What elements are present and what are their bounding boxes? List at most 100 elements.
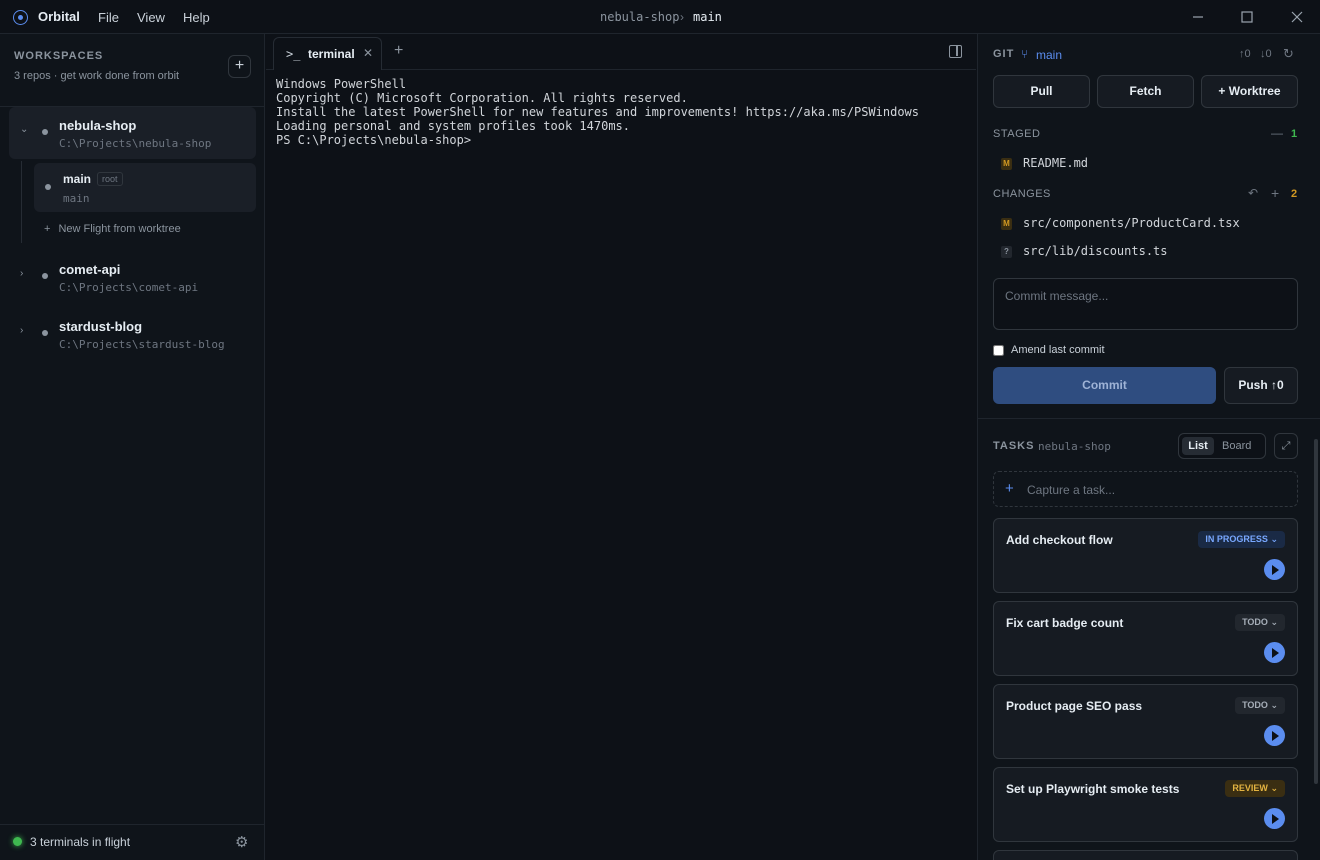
minimize-icon[interactable] xyxy=(1189,8,1207,26)
repo-path: C:\Projects\stardust-blog xyxy=(59,338,225,351)
sidebar-footer: 3 terminals in flight ⚙ xyxy=(0,824,265,860)
chevron-down-icon: ⌄ xyxy=(1270,783,1278,793)
commit-button[interactable]: Commit xyxy=(993,367,1216,404)
behind-count: ↓0 xyxy=(1260,48,1272,60)
file-name: README.md xyxy=(1023,156,1089,170)
menu-help[interactable]: Help xyxy=(183,10,210,25)
terminal-output[interactable]: Windows PowerShell Copyright (C) Microsof… xyxy=(276,77,919,147)
chevron-down-icon: ⌄ xyxy=(1270,534,1278,544)
task-status-dropdown[interactable]: TODO ⌄ xyxy=(1235,614,1285,631)
amend-label: Amend last commit xyxy=(1011,344,1105,356)
repo-item-stardust-blog[interactable]: › stardust-blog C:\Projects\stardust-blo… xyxy=(9,308,256,360)
refresh-icon[interactable]: ↻ xyxy=(1283,46,1294,62)
play-icon[interactable] xyxy=(1264,642,1285,663)
repo-item-comet-api[interactable]: › comet-api C:\Projects\comet-api xyxy=(9,251,256,303)
orbital-logo-icon xyxy=(13,10,28,25)
worktree-button[interactable]: + Worktree xyxy=(1201,75,1298,108)
task-card[interactable] xyxy=(993,850,1298,860)
view-board-button[interactable]: Board xyxy=(1222,437,1251,455)
status-label: IN PROGRESS xyxy=(1205,534,1268,544)
new-tab-plus-icon[interactable]: + xyxy=(394,42,403,60)
tasks-repo: nebula-shop xyxy=(1038,440,1111,453)
new-flight-label: New Flight from worktree xyxy=(58,223,181,235)
terminal-line: Loading personal and system profiles too… xyxy=(276,119,631,133)
terminal-line: Windows PowerShell xyxy=(276,77,407,91)
maximize-icon[interactable] xyxy=(1238,8,1256,26)
chevron-right-icon[interactable]: › xyxy=(20,325,23,336)
play-icon[interactable] xyxy=(1264,559,1285,580)
workspaces-sidebar: WORKSPACES 3 repos · get work done from … xyxy=(0,34,265,860)
chevron-down-icon[interactable]: ⌄ xyxy=(20,124,28,135)
status-label: TODO xyxy=(1242,700,1268,710)
terminal-line: Install the latest PowerShell for new fe… xyxy=(276,105,919,119)
git-branch-icon: ⑂ xyxy=(1021,47,1029,61)
plus-icon: + xyxy=(1005,480,1014,497)
close-icon[interactable] xyxy=(1288,8,1306,26)
breadcrumb-branch: main xyxy=(693,10,722,24)
modified-badge: M xyxy=(1001,218,1012,230)
pull-button[interactable]: Pull xyxy=(993,75,1090,108)
commit-message-input[interactable] xyxy=(993,278,1298,330)
workspaces-title: WORKSPACES xyxy=(14,50,104,62)
task-card[interactable]: Set up Playwright smoke tests REVIEW ⌄ xyxy=(993,767,1298,842)
fetch-button[interactable]: Fetch xyxy=(1097,75,1194,108)
amend-checkbox[interactable] xyxy=(993,345,1004,356)
breadcrumb-repo: nebula-shop xyxy=(600,10,680,24)
task-card[interactable]: Fix cart badge count TODO ⌄ xyxy=(993,601,1298,676)
task-status-dropdown[interactable]: TODO ⌄ xyxy=(1235,697,1285,714)
play-icon[interactable] xyxy=(1264,725,1285,746)
terminal-tabbar: >_ terminal ✕ + xyxy=(266,34,976,70)
app-name: Orbital xyxy=(38,9,80,24)
terminal-prompt-icon: >_ xyxy=(286,47,301,61)
repo-item-nebula-shop[interactable]: ⌄ nebula-shop C:\Projects\nebula-shop xyxy=(9,107,256,159)
staged-label: STAGED xyxy=(993,128,1041,140)
menu-file[interactable]: File xyxy=(98,10,119,25)
task-status-dropdown[interactable]: IN PROGRESS ⌄ xyxy=(1198,531,1285,548)
stage-all-plus-icon[interactable]: + xyxy=(1271,185,1279,201)
view-list-button[interactable]: List xyxy=(1182,437,1214,455)
task-card[interactable]: Add checkout flow IN PROGRESS ⌄ xyxy=(993,518,1298,593)
git-title: GIT xyxy=(993,48,1015,60)
repo-path: C:\Projects\nebula-shop xyxy=(59,137,212,150)
push-button[interactable]: Push ↑0 xyxy=(1224,367,1298,404)
repo-path: C:\Projects\comet-api xyxy=(59,281,199,294)
breadcrumb-separator: › xyxy=(680,10,684,24)
live-status-dot xyxy=(13,837,22,846)
terminal-pane: >_ terminal ✕ + Windows PowerShell Copyri… xyxy=(266,34,976,860)
chevron-down-icon: ⌄ xyxy=(1270,700,1278,710)
discard-icon[interactable]: ↶ xyxy=(1248,186,1258,200)
workspaces-subtitle: 3 repos · get work done from orbit xyxy=(14,70,180,82)
repo-name: comet-api xyxy=(59,262,121,277)
branch-name: main xyxy=(63,172,92,186)
task-status-dropdown[interactable]: REVIEW ⌄ xyxy=(1225,780,1285,797)
plus-icon: + xyxy=(44,223,51,235)
plus-icon: + xyxy=(234,57,245,74)
tab-label: terminal xyxy=(308,47,355,61)
task-card[interactable]: Product page SEO pass TODO ⌄ xyxy=(993,684,1298,759)
scrollbar[interactable] xyxy=(1314,439,1318,784)
branch-item-main[interactable]: main root main xyxy=(34,163,256,212)
unstage-all-icon[interactable]: — xyxy=(1271,126,1283,140)
expand-icon[interactable]: ⤢ xyxy=(1274,433,1298,459)
repo-name: stardust-blog xyxy=(59,319,143,334)
new-flight-button[interactable]: + New Flight from worktree xyxy=(44,223,181,235)
task-title: Fix cart badge count xyxy=(1006,616,1124,630)
branch-status-dot xyxy=(45,184,51,190)
tab-close-icon[interactable]: ✕ xyxy=(363,46,373,60)
chevron-right-icon[interactable]: › xyxy=(20,268,23,279)
untracked-badge: ? xyxy=(1001,246,1012,258)
tab-terminal[interactable]: >_ terminal ✕ xyxy=(273,37,382,70)
capture-task-input[interactable]: + Capture a task... xyxy=(993,471,1298,507)
split-pane-icon[interactable] xyxy=(949,45,962,58)
changes-count: 2 xyxy=(1291,188,1298,200)
tasks-title: TASKS xyxy=(993,440,1035,452)
gear-icon[interactable]: ⚙ xyxy=(235,833,248,851)
terminal-line: Copyright (C) Microsoft Corporation. All… xyxy=(276,91,688,105)
add-workspace-button[interactable]: + xyxy=(228,55,251,78)
staged-count: 1 xyxy=(1291,128,1298,140)
status-label: REVIEW xyxy=(1232,783,1268,793)
menu-view[interactable]: View xyxy=(137,10,165,25)
repo-name: nebula-shop xyxy=(59,118,137,133)
play-icon[interactable] xyxy=(1264,808,1285,829)
ahead-count: ↑0 xyxy=(1239,48,1251,60)
